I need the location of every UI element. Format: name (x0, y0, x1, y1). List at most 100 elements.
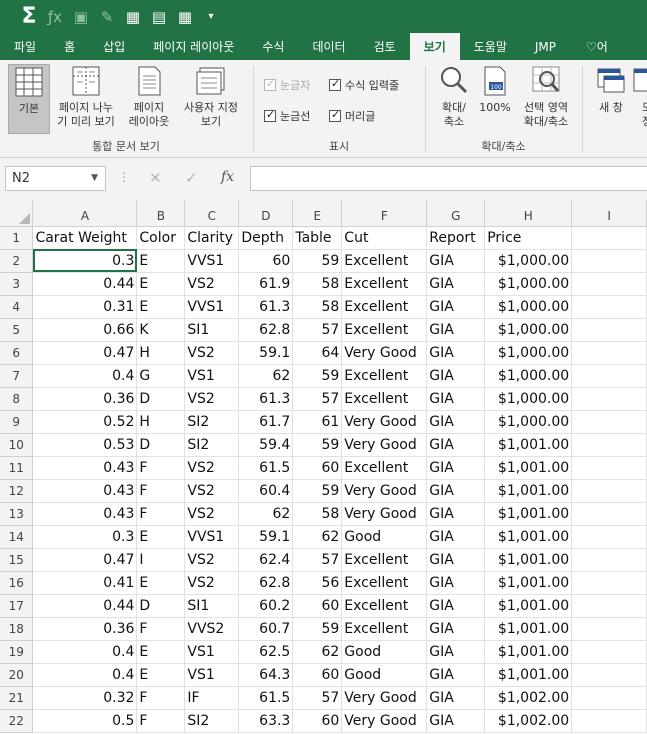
cell[interactable]: Excellent (341, 617, 428, 641)
cell[interactable]: 58 (292, 295, 343, 319)
cell[interactable]: SI2 (184, 709, 240, 733)
name-box[interactable]: N2 ▼ (5, 166, 106, 191)
cell[interactable]: 59 (292, 479, 343, 503)
new-window-button[interactable]: 새 창 (593, 64, 629, 115)
cell[interactable]: 0.4 (32, 640, 138, 664)
enter-icon[interactable]: ✓ (185, 169, 198, 187)
cell[interactable]: 0.47 (32, 341, 138, 365)
cell[interactable]: IF (184, 686, 240, 710)
tab-8[interactable]: 도움말 (460, 33, 521, 60)
cell[interactable] (571, 456, 647, 480)
cell[interactable] (571, 686, 647, 710)
cell[interactable]: E (136, 272, 186, 296)
cell[interactable]: 0.52 (32, 410, 138, 434)
cell[interactable]: 0.31 (32, 295, 138, 319)
cell[interactable] (571, 640, 647, 664)
cell[interactable]: VS1 (184, 364, 240, 388)
cell[interactable]: Excellent (341, 318, 428, 342)
chevron-down-icon[interactable]: ▼ (91, 167, 98, 190)
cell[interactable]: Excellent (341, 571, 428, 595)
cell[interactable]: $1,001.00 (484, 617, 573, 641)
cell[interactable]: 61.5 (238, 686, 294, 710)
row-header[interactable]: 21 (0, 686, 34, 710)
cell[interactable] (571, 502, 647, 526)
cell[interactable]: 61.3 (238, 295, 294, 319)
cell[interactable]: GIA (426, 686, 486, 710)
cell[interactable]: Very Good (341, 686, 428, 710)
page-layout-button[interactable]: 페이지 레이아웃 (124, 64, 174, 129)
cell[interactable]: 57 (292, 318, 343, 342)
row-header[interactable]: 5 (0, 318, 34, 342)
cell[interactable]: Excellent (341, 594, 428, 618)
tab-9[interactable]: JMP (521, 33, 570, 60)
cell[interactable]: $1,000.00 (484, 364, 573, 388)
cell[interactable]: 0.32 (32, 686, 138, 710)
cell[interactable]: Report (426, 226, 486, 250)
zoom-100-button[interactable]: 100 100% (478, 64, 512, 115)
cell[interactable]: Excellent (341, 456, 428, 480)
tab-10[interactable]: ♡ 어 (570, 33, 622, 60)
cell[interactable]: $1,001.00 (484, 479, 573, 503)
cell[interactable]: $1,000.00 (484, 295, 573, 319)
cell[interactable] (571, 410, 647, 434)
cell[interactable]: F (136, 686, 186, 710)
arrange-button[interactable]: 모 정 (633, 64, 647, 129)
cell[interactable]: $1,001.00 (484, 502, 573, 526)
row-header[interactable]: 1 (0, 226, 34, 250)
row-header[interactable]: 19 (0, 640, 34, 664)
cell[interactable]: Good (341, 525, 428, 549)
cell[interactable]: Excellent (341, 548, 428, 572)
cell[interactable]: SI2 (184, 410, 240, 434)
cell[interactable]: 57 (292, 686, 343, 710)
cell[interactable]: 63.3 (238, 709, 294, 733)
formula-input[interactable] (250, 166, 647, 191)
cell[interactable]: GIA (426, 341, 486, 365)
cell[interactable]: H (136, 341, 186, 365)
cell[interactable]: 0.36 (32, 617, 138, 641)
cell[interactable]: GIA (426, 640, 486, 664)
cell[interactable]: $1,001.00 (484, 571, 573, 595)
cell[interactable]: 60 (292, 663, 343, 687)
cell[interactable] (571, 341, 647, 365)
tab-5[interactable]: 데이터 (298, 33, 359, 60)
cell[interactable]: GIA (426, 456, 486, 480)
cell[interactable]: GIA (426, 617, 486, 641)
column-header[interactable]: G (426, 200, 486, 227)
cell[interactable]: F (136, 456, 186, 480)
cell[interactable]: $1,000.00 (484, 272, 573, 296)
cell[interactable]: VVS1 (184, 249, 240, 273)
cell[interactable]: I (136, 548, 186, 572)
cell[interactable]: Excellent (341, 272, 428, 296)
cell[interactable]: GIA (426, 548, 486, 572)
cell[interactable] (571, 548, 647, 572)
cell[interactable]: 0.4 (32, 364, 138, 388)
cell[interactable]: Price (484, 226, 573, 250)
cell[interactable]: VS2 (184, 479, 240, 503)
cell[interactable]: VS2 (184, 387, 240, 411)
cell[interactable]: 59.1 (238, 525, 294, 549)
cell[interactable] (571, 364, 647, 388)
cell[interactable]: 59 (292, 364, 343, 388)
cell[interactable]: 62 (238, 502, 294, 526)
cell[interactable]: 64.3 (238, 663, 294, 687)
cell[interactable]: VS2 (184, 272, 240, 296)
cell[interactable]: 61.5 (238, 456, 294, 480)
row-header[interactable]: 17 (0, 594, 34, 618)
cell[interactable]: GIA (426, 479, 486, 503)
cell[interactable]: $1,000.00 (484, 341, 573, 365)
cell[interactable]: 0.47 (32, 548, 138, 572)
row-header[interactable]: 12 (0, 479, 34, 503)
cell[interactable] (571, 272, 647, 296)
cell[interactable]: VS2 (184, 571, 240, 595)
cell[interactable]: 61.9 (238, 272, 294, 296)
cell[interactable]: $1,001.00 (484, 594, 573, 618)
column-header[interactable]: B (136, 200, 186, 227)
cell[interactable]: $1,000.00 (484, 249, 573, 273)
row-header[interactable]: 6 (0, 341, 34, 365)
tab-6[interactable]: 검토 (360, 33, 410, 60)
column-header[interactable]: D (238, 200, 294, 227)
cell[interactable]: $1,001.00 (484, 548, 573, 572)
cell[interactable] (571, 571, 647, 595)
cell[interactable]: Cut (341, 226, 428, 250)
row-header[interactable]: 4 (0, 295, 34, 319)
